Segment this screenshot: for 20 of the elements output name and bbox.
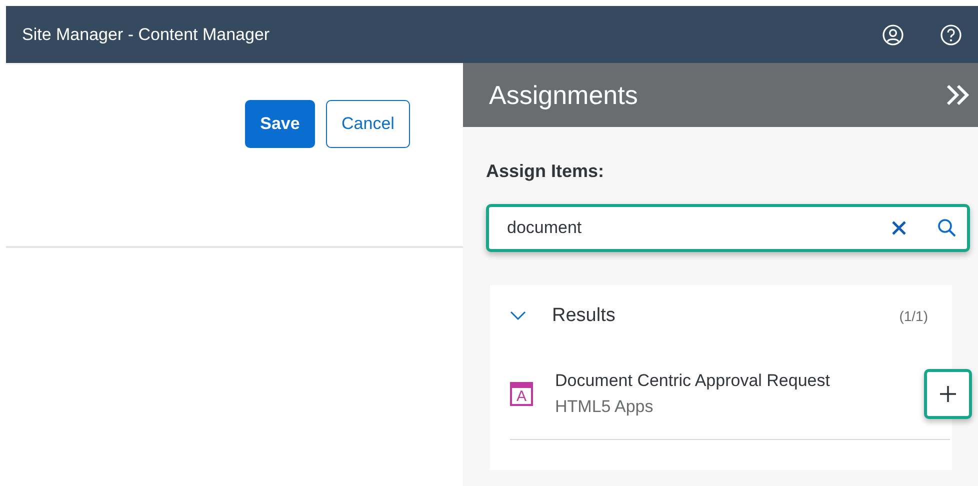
collapse-icon[interactable]: [946, 84, 970, 106]
save-button[interactable]: Save: [245, 100, 315, 148]
panel-title: Assignments: [489, 80, 638, 110]
app-title: Site Manager - Content Manager: [22, 24, 271, 44]
cancel-button[interactable]: Cancel: [326, 100, 410, 148]
chevron-icon[interactable]: [510, 311, 526, 321]
assign-label: Assign Items:: [486, 161, 606, 182]
plus-icon: [938, 384, 958, 404]
search-icon[interactable]: [937, 218, 957, 238]
user-icon[interactable]: [882, 24, 904, 46]
results-count: (1/1): [899, 308, 928, 324]
help-icon[interactable]: [940, 24, 962, 46]
app-icon: A: [510, 382, 533, 406]
results-title: Results: [552, 305, 616, 327]
add-button[interactable]: [924, 369, 972, 419]
item-subtitle: HTML5 Apps: [555, 397, 654, 417]
item-title: Document Centric Approval Request: [555, 371, 831, 391]
search-input[interactable]: document: [505, 217, 861, 239]
clear-icon[interactable]: [891, 220, 907, 236]
search-field[interactable]: document: [486, 204, 970, 252]
